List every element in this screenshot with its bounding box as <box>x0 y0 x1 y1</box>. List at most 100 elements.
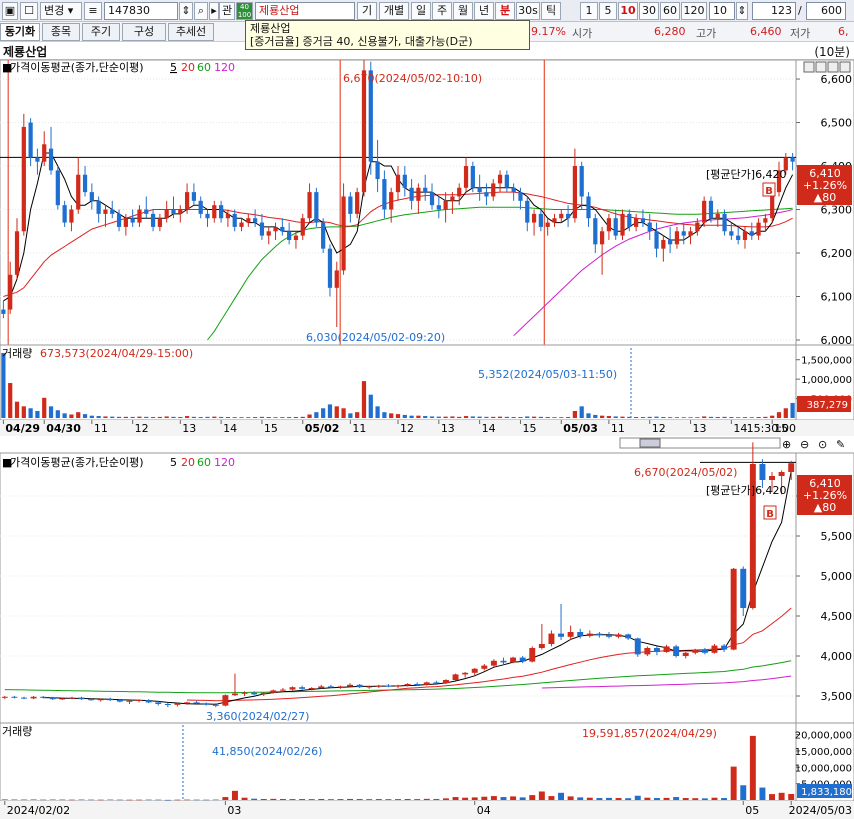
min-volume-bar <box>484 416 489 418</box>
day-candle-body <box>730 568 737 650</box>
day-volume-bar <box>769 794 775 800</box>
period-btn-year[interactable]: 년 <box>474 2 494 20</box>
volume-panel-10min[interactable]: 1,500,0001,000,000500,000 거래량 673,573(20… <box>0 344 854 421</box>
min-candle-body <box>62 205 67 223</box>
min-candle-body <box>586 196 591 219</box>
min-candle-body <box>457 187 462 197</box>
window-icon[interactable]: ☐ <box>20 2 38 20</box>
min-volume-bar <box>150 417 156 418</box>
day-volume-bar <box>462 797 469 800</box>
interval-btn-10[interactable]: 10 <box>618 2 638 20</box>
zoom-out-icon[interactable]: ⊖ <box>800 438 809 451</box>
day-volume-bar <box>251 798 258 800</box>
period-btn-tick[interactable]: 틱 <box>541 2 561 20</box>
interest-button[interactable]: 관 <box>219 2 235 20</box>
day-volume-bar <box>500 797 507 800</box>
min-volume-bar <box>565 417 571 418</box>
price-legend-ma5: 5 <box>170 61 177 74</box>
zoom-reset-icon[interactable]: ⊙ <box>818 438 827 451</box>
tab-trendline[interactable]: 추세선 <box>168 23 214 41</box>
list-icon[interactable]: ≡ <box>84 2 102 20</box>
panel1-btn-max[interactable] <box>815 61 827 73</box>
tab-compose[interactable]: 구성 <box>122 23 166 41</box>
min-volume-bar <box>497 416 503 418</box>
min-candle-body <box>361 70 367 193</box>
chart-canvas[interactable]: 6,6006,5006,4006,3006,2006,1006,000 ■ 가격… <box>0 60 854 819</box>
zoom-in-icon[interactable]: ⊕ <box>782 438 791 451</box>
count-input[interactable]: 123 <box>752 2 796 20</box>
panel1-btn-min[interactable] <box>803 61 815 73</box>
min-volume-bar <box>253 417 258 418</box>
period-btn-1[interactable]: 개별 <box>379 2 409 20</box>
panel1-btn-close[interactable] <box>839 61 851 73</box>
min-candle-body <box>300 218 305 236</box>
chart-scrollbar-thumb[interactable] <box>639 438 661 448</box>
period-btn-30s[interactable]: 30s <box>516 2 540 20</box>
interval-btn-5[interactable]: 5 <box>599 2 617 20</box>
day-volume-bar <box>126 799 133 801</box>
min-candle-body <box>389 192 394 210</box>
day-volume-bar <box>184 799 190 801</box>
min-volume-bar <box>668 417 673 418</box>
save-icon[interactable]: ▣ <box>2 2 18 20</box>
tool-icon[interactable]: ✎ <box>836 438 845 451</box>
period-btn-week[interactable]: 주 <box>432 2 452 20</box>
min-candle-body <box>443 200 448 210</box>
min-volume-bar <box>368 394 373 418</box>
min-ytick-label: 6,200 <box>821 247 853 260</box>
day-volume-bar <box>347 798 354 800</box>
day-volume-bar <box>270 798 277 800</box>
interval-btn-60[interactable]: 60 <box>660 2 680 20</box>
interval-btn-120[interactable]: 120 <box>681 2 707 20</box>
time-axis-label: 15 <box>522 422 536 435</box>
price-panel-frame <box>0 60 797 346</box>
day-candle-body <box>126 700 133 702</box>
interval-btn-1[interactable]: 1 <box>580 2 598 20</box>
stock-code-input[interactable]: 147830 <box>104 2 178 20</box>
panel1-btn-restore[interactable] <box>827 61 839 73</box>
volume-panel-daily[interactable]: 20,000,00015,000,00010,000,0005,000,000 … <box>0 722 854 802</box>
min-volume-bar <box>382 412 387 418</box>
day-volume-bar <box>471 797 478 800</box>
min-candle-body <box>525 200 530 223</box>
tooltip-title: 제룡산업 <box>250 22 291 35</box>
period-btn-month[interactable]: 월 <box>453 2 473 20</box>
interval-spin-icon[interactable]: ⇕ <box>736 2 748 20</box>
tab-period[interactable]: 주기 <box>82 23 120 41</box>
min-volume-bar <box>756 417 761 418</box>
search-icon[interactable]: ⌕ <box>194 2 208 20</box>
period-btn-0[interactable]: 기 <box>357 2 377 20</box>
price-high-label: 6,670(2024/05/02-10:10) <box>343 72 482 85</box>
period-btn-minute[interactable]: 분 <box>495 2 515 20</box>
min-candle-body <box>375 161 380 180</box>
price-panel-daily[interactable]: 6,0005,5005,0004,5004,0003,500 ■ 가격이동평균(… <box>0 442 854 724</box>
tab-stock[interactable]: 종목 <box>42 23 80 41</box>
day-candle-body <box>375 685 382 687</box>
min-volume-bar <box>681 417 686 418</box>
min-volume-bar <box>443 416 448 418</box>
day-volume-bar <box>279 799 286 800</box>
day-volume-bar <box>155 799 162 801</box>
min-candle-body <box>491 183 496 197</box>
min-volume-bar <box>695 417 700 418</box>
play-icon[interactable]: ▸ <box>209 2 219 20</box>
stock-name-field[interactable]: 제룡산업 <box>255 2 355 20</box>
period-btn-day[interactable]: 일 <box>411 2 431 20</box>
min-volume-bar <box>123 416 128 418</box>
price-legend-ma60: 60 <box>197 61 211 74</box>
day-candle-body <box>778 472 785 476</box>
min-candle-body <box>259 222 265 236</box>
day-candle-body <box>251 692 258 695</box>
change-dropdown[interactable]: 변경 ▾ <box>40 2 82 20</box>
day-volume-bar <box>778 792 785 800</box>
margin-badge-bottom: 100 <box>237 11 252 19</box>
tab-sync[interactable]: 동기화 <box>0 23 40 41</box>
interval-btn-30[interactable]: 30 <box>639 2 659 20</box>
min-volume-bar <box>708 416 714 418</box>
time-axis-label: 04/29 <box>5 422 40 435</box>
interval-input[interactable]: 10 <box>709 2 735 20</box>
min-volume-bar <box>14 401 20 418</box>
min-volume-bar <box>341 408 346 418</box>
code-spin-icon[interactable]: ⇕ <box>179 2 193 20</box>
day-candle-body <box>184 702 190 704</box>
